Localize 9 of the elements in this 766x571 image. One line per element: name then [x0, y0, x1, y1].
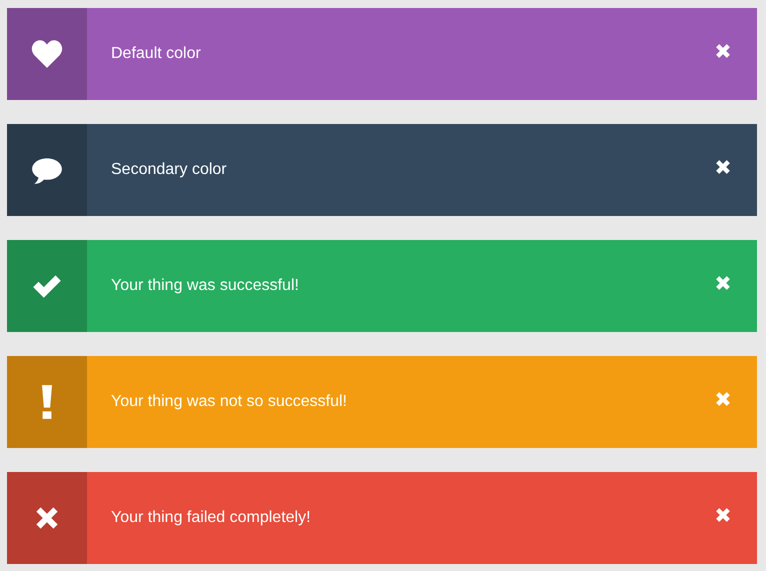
- alert-message: Secondary color: [110, 161, 228, 179]
- close-button[interactable]: [713, 41, 733, 61]
- close-button[interactable]: [713, 505, 733, 525]
- exclamation-icon: [42, 385, 52, 419]
- close-button[interactable]: [713, 157, 733, 177]
- alert-message: Default color: [110, 45, 202, 63]
- alert-message: Your thing failed completely!: [110, 509, 312, 527]
- alert-message: Your thing was successful!: [110, 277, 300, 295]
- alert-message: Your thing was not so successful!: [110, 393, 348, 411]
